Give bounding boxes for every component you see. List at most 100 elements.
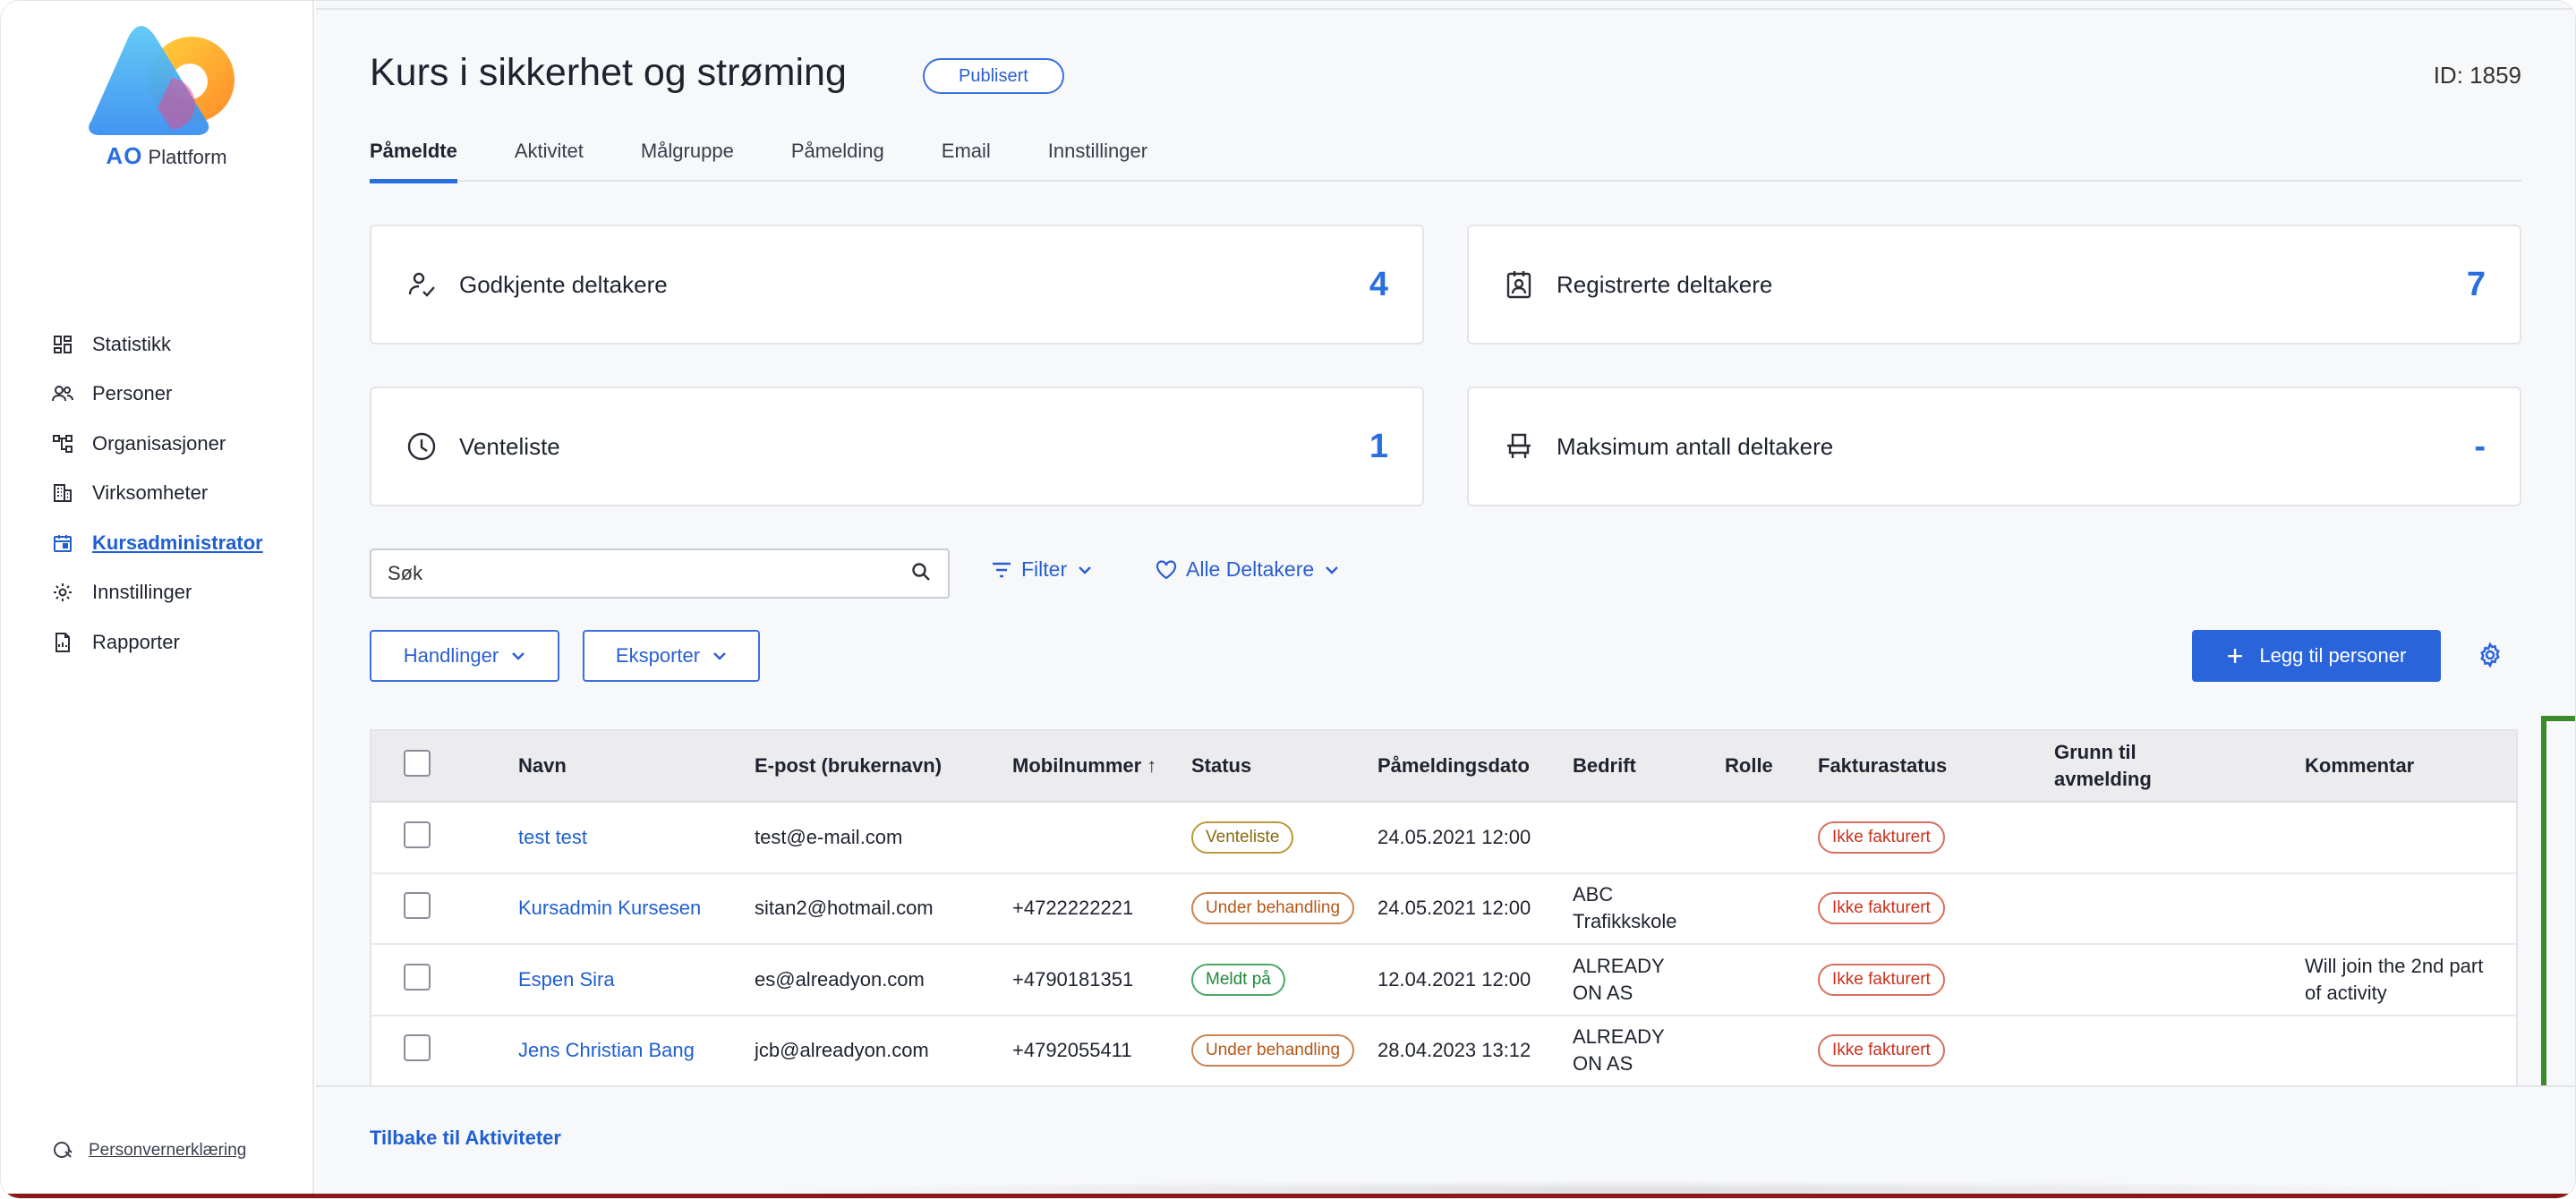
stat-value: - [2474,427,2486,465]
search-input[interactable] [388,562,910,585]
participant-email: jcb@alreadyon.com [755,1039,929,1062]
tab-aktivitet[interactable]: Aktivitet [515,135,584,182]
add-people-label: Legg til personer [2259,644,2407,667]
filter-label: Filter [1021,557,1068,581]
people-icon [51,382,74,405]
app-window: AO Plattform Statistikk Personer Organis… [0,0,2576,1199]
row-select-cell [371,821,518,854]
table-row: Jens Christian Bang jcb@alreadyon.com +4… [371,1016,2516,1087]
sidebar-item-statistikk[interactable]: Statistikk [51,319,302,370]
column-header-comment[interactable]: Kommentar [2298,754,2520,778]
participant-name-link[interactable]: Jens Christian Bang [518,1039,695,1061]
column-header-role[interactable]: Rolle [1725,754,1818,778]
sidebar-item-organisasjoner[interactable]: Organisasjoner [51,419,302,469]
invoice-status-badge: Ikke fakturert [1818,1034,1945,1067]
tab-malgruppe[interactable]: Målgruppe [641,135,734,182]
id-badge-icon [1503,268,1535,301]
comment-column-highlight [2541,716,2575,1117]
stat-label: Maksimum antall deltakere [1557,432,1834,460]
back-to-activities-link[interactable]: Tilbake til Aktiviteter [370,1127,561,1150]
column-header-date[interactable]: Påmeldingsdato [1378,754,1573,778]
heart-icon [1156,559,1177,580]
company: ALREADY ON AS [1573,1024,1725,1077]
registration-date: 28.04.2023 13:12 [1378,1039,1531,1062]
column-header-name[interactable]: Navn [518,754,755,778]
column-header-status[interactable]: Status [1191,754,1378,778]
logo-ao: AO [106,142,143,169]
column-header-invoice[interactable]: Fakturastatus [1818,754,2054,778]
filter-button[interactable]: Filter [991,557,1092,582]
row-checkbox[interactable] [404,892,431,920]
tab-innstillinger[interactable]: Innstillinger [1048,135,1147,182]
chevron-down-icon [1325,565,1339,574]
sidebar-item-rapporter[interactable]: Rapporter [51,617,302,668]
participant-name-link[interactable]: Kursadmin Kursesen [518,897,701,919]
table-header-row: Navn E-post (brukernavn) Mobilnummer ↑ St… [371,731,2516,803]
export-dropdown-button[interactable]: Eksporter [583,630,760,682]
stat-value: 4 [1369,265,1388,303]
sidebar-item-innstillinger[interactable]: Innstillinger [51,568,302,618]
stat-label: Godkjente deltakere [459,270,668,298]
sidebar-item-label: Organisasjoner [92,431,226,455]
sidebar-item-kursadministrator[interactable]: Kursadministrator [51,518,302,568]
table-row: Espen Sira es@alreadyon.com +4790181351 … [371,945,2516,1016]
row-checkbox[interactable] [404,1034,431,1062]
company: ABC Trafikkskole [1573,881,1725,935]
column-header-mobile-label: Mobilnummer [1012,754,1142,777]
export-label: Eksporter [615,644,701,667]
sidebar-nav: Statistikk Personer Organisasjoner Virks… [51,319,302,668]
stat-card-registered: Registrerte deltakere 7 [1467,225,2521,344]
status-badge: Under behandling [1191,1034,1355,1067]
calendar-icon [51,531,74,555]
sidebar-item-label: Statistikk [92,332,172,355]
participant-name-link[interactable]: Espen Sira [518,968,615,991]
privacy-link[interactable]: Personvernerklæring [53,1139,246,1162]
sidebar-item-personer[interactable]: Personer [51,370,302,420]
table-settings-gear-icon[interactable] [2477,642,2505,670]
sidebar-item-virksomheter[interactable]: Virksomheter [51,469,302,519]
participant-mobile: +4790181351 [1012,967,1134,991]
company-line2: ON AS [1573,981,1633,1004]
add-people-button[interactable]: + Legg til personer [2192,630,2441,682]
tab-pameldte[interactable]: Påmeldte [370,135,457,183]
comment-line2: of activity [2305,981,2387,1004]
actions-dropdown-button[interactable]: Handlinger [370,630,559,682]
org-tree-icon [51,432,74,455]
column-header-mobile[interactable]: Mobilnummer ↑ [1012,754,1191,778]
column-header-email[interactable]: E-post (brukernavn) [755,754,1012,778]
participant-email: es@alreadyon.com [755,967,925,991]
registration-date: 24.05.2021 12:00 [1378,897,1531,920]
comment-line1: Will join the 2nd part [2305,954,2484,977]
participants-filter-button[interactable]: Alle Deltakere [1156,557,1339,582]
column-header-reason-line2: avmelding [2054,768,2152,790]
participant-mobile: +4722222221 [1012,897,1134,920]
privacy-shield-icon [53,1139,76,1162]
tab-email[interactable]: Email [942,135,991,182]
seat-icon [1503,430,1535,463]
company: ALREADY ON AS [1573,953,1725,1007]
company-line1: ALREADY [1573,954,1665,977]
dashboard-grid-icon [51,333,74,356]
row-checkbox[interactable] [404,821,431,848]
stat-card-maximum: Maksimum antall deltakere - [1467,387,2521,506]
column-header-reason-line1: Grunn til [2054,741,2137,763]
column-header-company[interactable]: Bedrift [1573,754,1725,778]
top-divider [316,8,2575,10]
plus-icon: + [2226,640,2244,672]
participant-email: sitan2@hotmail.com [755,897,934,920]
status-badge: Under behandling [1191,892,1355,925]
building-icon [51,481,74,505]
registration-date: 24.05.2021 12:00 [1378,825,1531,848]
column-header-reason[interactable]: Grunn til avmelding [2054,739,2298,793]
row-checkbox[interactable] [404,963,431,991]
participant-name-link[interactable]: test test [518,826,587,848]
tab-pamelding[interactable]: Påmelding [791,135,884,182]
search-icon[interactable] [910,561,932,587]
select-all-checkbox[interactable] [404,750,431,777]
stat-value: 7 [2466,265,2486,303]
company-line1: ABC [1573,883,1614,906]
page-title: Kurs i sikkerhet og strøming [370,51,847,94]
ao-plattform-logo[interactable]: AO Plattform [86,24,247,176]
sidebar-item-label: Personer [92,382,173,405]
sidebar-item-label: Innstillinger [92,581,192,604]
